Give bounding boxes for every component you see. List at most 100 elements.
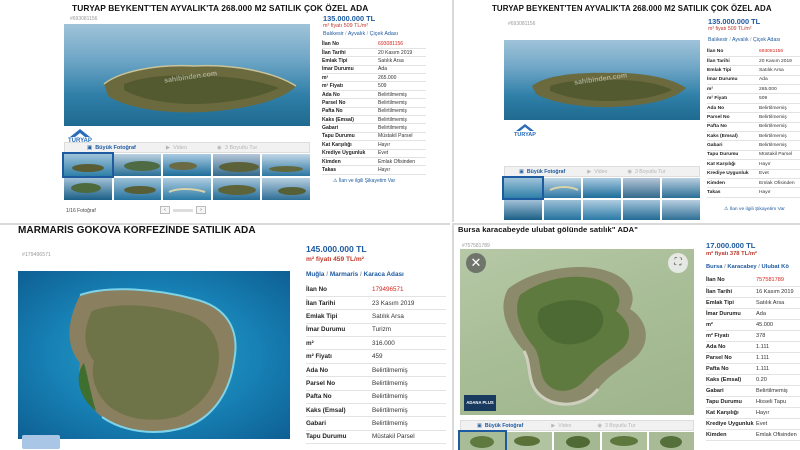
expand-icon[interactable]: ⛶ [668, 253, 688, 273]
video-icon: ▶ [551, 422, 556, 429]
location-breadcrumb: Bursa / Karacabey / Ulubat Kö [706, 264, 789, 270]
detail-value: Emlak Ofisinden [756, 429, 800, 441]
detail-value: Ada [759, 75, 800, 86]
thumbnail[interactable] [457, 430, 508, 450]
detail-value: Emlak Ofisinden [759, 178, 800, 189]
thumbnail[interactable] [583, 200, 621, 220]
detail-row: m² 265.000 [707, 84, 800, 95]
thumbnail[interactable] [507, 432, 553, 450]
thumbnail[interactable] [212, 154, 261, 176]
location-city[interactable]: Bursa [706, 264, 722, 270]
detail-value: Satılık Arsa [378, 56, 426, 66]
location-district[interactable]: Ayvalık [732, 37, 749, 43]
thumbnail[interactable] [543, 178, 582, 198]
photo-tabs: ▣ Büyük Fotoğraf ▶ Video ◉ 3 Boyutlu Tur [460, 420, 694, 431]
thumbnail[interactable] [662, 178, 700, 198]
detail-key: m² [322, 73, 378, 83]
tab-3d-tour[interactable]: ◉ 3 Boyutlu Tur [627, 169, 665, 175]
detail-key: İmar Durumu [706, 308, 756, 320]
tab-3d-tour[interactable]: ◉ 3 Boyutlu Tur [597, 423, 635, 429]
thumbnail[interactable] [502, 176, 544, 200]
detail-value: Satılık Arsa [372, 309, 446, 324]
tab-video[interactable]: ▶ Video [587, 169, 607, 175]
thumbnail[interactable] [504, 200, 542, 220]
detail-key: Ada No [707, 103, 759, 114]
detail-key: Gabari [322, 123, 378, 133]
thumbnail[interactable] [163, 154, 211, 176]
thumbnail[interactable] [543, 200, 582, 220]
main-photo[interactable]: sahibinden.com [64, 24, 310, 126]
detail-value: 20 Kasım 2019 [759, 56, 800, 67]
tab-big-photo[interactable]: ▣ Büyük Fotoğraf [477, 423, 523, 429]
main-photo[interactable]: sahibinden.com [504, 40, 700, 120]
location-district[interactable]: Marmaris [330, 271, 358, 278]
thumbnail[interactable] [163, 178, 211, 200]
detail-value: 693081156 [378, 40, 426, 49]
thumbnail[interactable] [622, 178, 661, 198]
tab-big-photo[interactable]: ▣ Büyük Fotoğraf [519, 169, 565, 175]
detail-key: Gabari [706, 385, 756, 397]
tab-3d-tour[interactable]: ◉ 3 Boyutlu Tur [217, 145, 257, 151]
detail-value: 20 Kasım 2019 [378, 48, 426, 58]
detail-key: Emlak Tipi [322, 56, 378, 66]
detail-key: İlan No [306, 283, 372, 297]
thumbnail[interactable] [648, 432, 694, 450]
photo-pager: ‹ › [160, 206, 206, 214]
thumbnail[interactable] [601, 432, 647, 450]
thumbnail[interactable] [262, 154, 310, 176]
location-area[interactable]: Çiçek Adası [753, 37, 780, 43]
detail-key: m² [706, 319, 756, 331]
thumbnail[interactable] [212, 178, 261, 200]
agency-logo-badge [22, 435, 60, 449]
close-icon[interactable]: ✕ [466, 253, 486, 273]
thumbnail[interactable] [662, 200, 700, 220]
detail-key: Ada No [322, 90, 378, 100]
thumbnail[interactable] [622, 200, 661, 220]
tab-big-photo[interactable]: ▣ Büyük Fotoğraf [87, 145, 136, 151]
main-photo[interactable] [18, 271, 290, 439]
detail-value: 509 [759, 93, 800, 104]
location-area[interactable]: Karaca Adası [364, 271, 404, 278]
detail-key: Tapu Durumu [706, 396, 756, 408]
vr-icon: ◉ [597, 422, 602, 429]
location-district[interactable]: Karacabey [727, 264, 756, 270]
listing-price: 135.000.000 TL [708, 17, 761, 26]
thumbnail[interactable] [583, 178, 621, 198]
report-link[interactable]: ⚠ İlan ve ilgili Şikayetim Var [333, 178, 395, 184]
detail-value: Evet [756, 418, 800, 430]
thumbnail[interactable] [554, 432, 600, 450]
main-photo[interactable]: ✕ ⛶ ADANA PLUS [460, 249, 694, 415]
detail-key: Kimden [707, 178, 759, 189]
detail-row: Emlak Tipi Satılık Arsa [306, 309, 446, 324]
location-area[interactable]: Çiçek Adası [370, 31, 398, 37]
thumbnail[interactable] [62, 152, 114, 178]
prev-photo-button[interactable]: ‹ [160, 206, 170, 214]
listing-price: 135.000.000 TL [323, 14, 376, 23]
detail-value: Belirtilmemiş [372, 390, 446, 405]
thumbnail[interactable] [113, 178, 162, 200]
detail-value: Belirtilmemiş [372, 363, 446, 378]
next-photo-button[interactable]: › [196, 206, 206, 214]
location-area[interactable]: Ulubat Kö [762, 264, 789, 270]
location-district[interactable]: Ayvalık [348, 31, 365, 37]
detail-key: Kat Karşılığı [706, 407, 756, 419]
thumbnail[interactable] [262, 178, 310, 200]
tab-video[interactable]: ▶ Video [551, 423, 571, 429]
detail-value: Müstakil Parsel [372, 430, 446, 445]
detail-key: m² [306, 336, 372, 351]
detail-key: İlan Tarihi [706, 286, 756, 298]
detail-row: Pafta No Belirtilmemiş [322, 107, 426, 117]
location-city[interactable]: Balıkesir [708, 37, 728, 43]
thumbnail[interactable] [113, 154, 162, 176]
report-link[interactable]: ⚠ İlan ve ilgili Şikayetim Var [724, 206, 785, 212]
listing-panel-bursa: Bursa karacabeyde ulubat gölünde satılık… [452, 223, 800, 450]
tab-video[interactable]: ▶ Video [166, 145, 187, 151]
camera-icon: ▣ [477, 422, 482, 429]
detail-value: 23 Kasım 2019 [372, 296, 446, 311]
detail-row: Gabari Belirtilmemiş [322, 123, 426, 133]
thumbnail[interactable] [64, 178, 112, 200]
location-city[interactable]: Balıkesir [323, 31, 344, 37]
thumb-island [71, 183, 101, 193]
detail-value: 509 [378, 81, 426, 91]
location-city[interactable]: Muğla [306, 271, 324, 278]
